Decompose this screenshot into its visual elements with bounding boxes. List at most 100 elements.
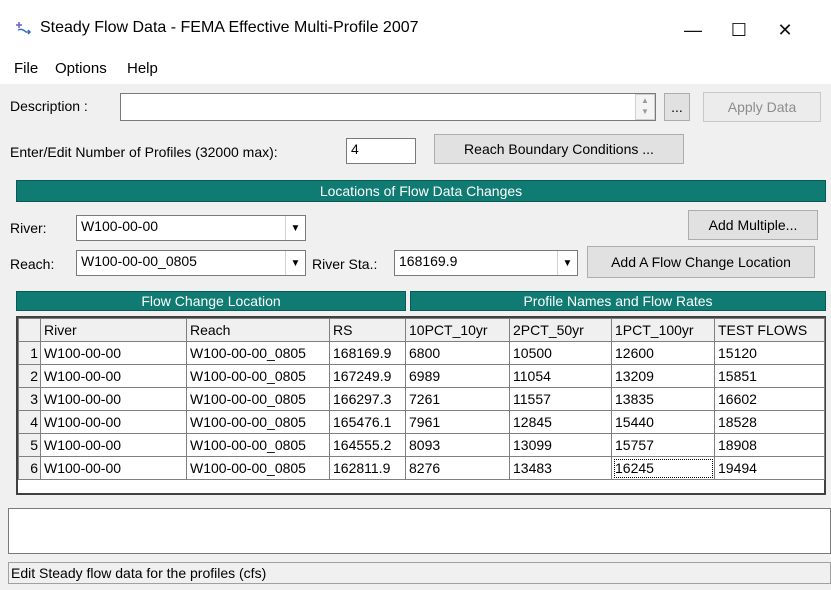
table-row: 4 W100-00-00 W100-00-00_0805 165476.1 79…	[18, 410, 825, 434]
column-header-river[interactable]: River	[40, 318, 187, 342]
cell-reach[interactable]: W100-00-00_0805	[186, 364, 330, 388]
cell-flow-10pct[interactable]: 8093	[405, 433, 510, 457]
column-header-test-flows[interactable]: TEST FLOWS	[714, 318, 825, 342]
row-number[interactable]: 3	[18, 387, 41, 411]
river-sta-label: River Sta.:	[312, 256, 378, 272]
description-ellipsis-button[interactable]: ...	[664, 93, 690, 121]
table-header-row: River Reach RS 10PCT_10yr 2PCT_50yr 1PCT…	[18, 318, 825, 342]
maximize-button[interactable]: ☐	[716, 10, 762, 50]
cell-flow-1pct[interactable]: 15440	[611, 410, 715, 434]
cell-flow-test[interactable]: 16602	[714, 387, 825, 411]
chevron-down-icon[interactable]: ▼	[285, 216, 305, 240]
river-sta-select[interactable]: 168169.9 ▼	[394, 250, 578, 276]
description-label: Description :	[10, 98, 88, 114]
row-number[interactable]: 6	[18, 456, 41, 480]
cell-reach[interactable]: W100-00-00_0805	[186, 410, 330, 434]
cell-flow-test[interactable]: 15851	[714, 364, 825, 388]
cell-rs[interactable]: 165476.1	[329, 410, 406, 434]
cell-flow-2pct[interactable]: 11557	[509, 387, 612, 411]
description-spin-icon[interactable]: ▲ ▼	[635, 94, 655, 120]
cell-river[interactable]: W100-00-00	[40, 433, 187, 457]
cell-flow-1pct[interactable]: 15757	[611, 433, 715, 457]
profiles-count-input[interactable]: 4	[346, 138, 416, 164]
cell-flow-test[interactable]: 18908	[714, 433, 825, 457]
table-row: 3 W100-00-00 W100-00-00_0805 166297.3 72…	[18, 387, 825, 411]
cell-reach[interactable]: W100-00-00_0805	[186, 387, 330, 411]
row-number-header	[18, 318, 41, 342]
cell-flow-2pct[interactable]: 12845	[509, 410, 612, 434]
cell-reach[interactable]: W100-00-00_0805	[186, 341, 330, 365]
flow-table: River Reach RS 10PCT_10yr 2PCT_50yr 1PCT…	[18, 318, 825, 480]
river-select-value: W100-00-00	[81, 218, 159, 234]
column-header-2pct[interactable]: 2PCT_50yr	[509, 318, 612, 342]
column-header-1pct[interactable]: 1PCT_100yr	[611, 318, 715, 342]
cell-river[interactable]: W100-00-00	[40, 364, 187, 388]
column-header-reach[interactable]: Reach	[186, 318, 330, 342]
profiles-count-label: Enter/Edit Number of Profiles (32000 max…	[10, 144, 278, 160]
cell-flow-1pct[interactable]: 13835	[611, 387, 715, 411]
cell-flow-10pct[interactable]: 7961	[405, 410, 510, 434]
cell-flow-1pct[interactable]: 12600	[611, 341, 715, 365]
minimize-button[interactable]: —	[670, 10, 716, 50]
cell-river[interactable]: W100-00-00	[40, 341, 187, 365]
window-title: Steady Flow Data - FEMA Effective Multi-…	[40, 19, 419, 36]
menu-help[interactable]: Help	[127, 60, 158, 77]
cell-flow-10pct[interactable]: 6989	[405, 364, 510, 388]
cell-rs[interactable]: 168169.9	[329, 341, 406, 365]
add-multiple-button[interactable]: Add Multiple...	[688, 210, 818, 240]
app-icon	[16, 22, 32, 35]
cell-flow-1pct[interactable]: 16245	[611, 456, 715, 480]
chevron-down-icon[interactable]: ▼	[557, 251, 577, 275]
cell-flow-2pct[interactable]: 13099	[509, 433, 612, 457]
cell-flow-test[interactable]: 15120	[714, 341, 825, 365]
row-number[interactable]: 2	[18, 364, 41, 388]
menu-file[interactable]: File	[14, 60, 38, 77]
apply-data-button[interactable]: Apply Data	[703, 92, 821, 122]
cell-flow-test[interactable]: 19494	[714, 456, 825, 480]
close-button[interactable]: ✕	[762, 10, 808, 50]
cell-river[interactable]: W100-00-00	[40, 387, 187, 411]
cell-flow-2pct[interactable]: 10500	[509, 341, 612, 365]
river-select[interactable]: W100-00-00 ▼	[76, 215, 306, 241]
cell-reach[interactable]: W100-00-00_0805	[186, 456, 330, 480]
river-label: River:	[10, 220, 47, 236]
river-sta-select-value: 168169.9	[399, 253, 458, 269]
cell-flow-10pct[interactable]: 6800	[405, 341, 510, 365]
notes-textarea[interactable]	[8, 508, 831, 554]
reach-select[interactable]: W100-00-00_0805 ▼	[76, 250, 306, 276]
title-bar: Steady Flow Data - FEMA Effective Multi-…	[0, 0, 831, 56]
table-row: 5 W100-00-00 W100-00-00_0805 164555.2 80…	[18, 433, 825, 457]
cell-flow-2pct[interactable]: 11054	[509, 364, 612, 388]
reach-select-value: W100-00-00_0805	[81, 253, 197, 269]
column-header-rs[interactable]: RS	[329, 318, 406, 342]
cell-river[interactable]: W100-00-00	[40, 456, 187, 480]
table-row: 6 W100-00-00 W100-00-00_0805 162811.9 82…	[18, 456, 825, 480]
cell-reach[interactable]: W100-00-00_0805	[186, 433, 330, 457]
row-number[interactable]: 5	[18, 433, 41, 457]
reach-boundary-conditions-button[interactable]: Reach Boundary Conditions ...	[434, 134, 684, 164]
row-number[interactable]: 1	[18, 341, 41, 365]
cell-river[interactable]: W100-00-00	[40, 410, 187, 434]
row-number[interactable]: 4	[18, 410, 41, 434]
menu-bar: File Options Help	[0, 56, 831, 84]
table-row: 2 W100-00-00 W100-00-00_0805 167249.9 69…	[18, 364, 825, 388]
reach-label: Reach:	[10, 256, 55, 272]
cell-rs[interactable]: 167249.9	[329, 364, 406, 388]
cell-flow-test[interactable]: 18528	[714, 410, 825, 434]
cell-flow-2pct[interactable]: 13483	[509, 456, 612, 480]
menu-options[interactable]: Options	[55, 60, 107, 77]
flow-change-location-header: Flow Change Location	[16, 291, 406, 311]
profile-names-header: Profile Names and Flow Rates	[410, 291, 826, 311]
cell-flow-1pct[interactable]: 13209	[611, 364, 715, 388]
cell-flow-10pct[interactable]: 8276	[405, 456, 510, 480]
add-flow-change-location-button[interactable]: Add A Flow Change Location	[587, 246, 815, 278]
chevron-down-icon[interactable]: ▼	[285, 251, 305, 275]
cell-rs[interactable]: 164555.2	[329, 433, 406, 457]
column-header-10pct[interactable]: 10PCT_10yr	[405, 318, 510, 342]
locations-header: Locations of Flow Data Changes	[16, 180, 826, 202]
cell-flow-10pct[interactable]: 7261	[405, 387, 510, 411]
table-row: 1 W100-00-00 W100-00-00_0805 168169.9 68…	[18, 341, 825, 365]
cell-rs[interactable]: 166297.3	[329, 387, 406, 411]
description-field[interactable]	[120, 93, 656, 121]
cell-rs[interactable]: 162811.9	[329, 456, 406, 480]
